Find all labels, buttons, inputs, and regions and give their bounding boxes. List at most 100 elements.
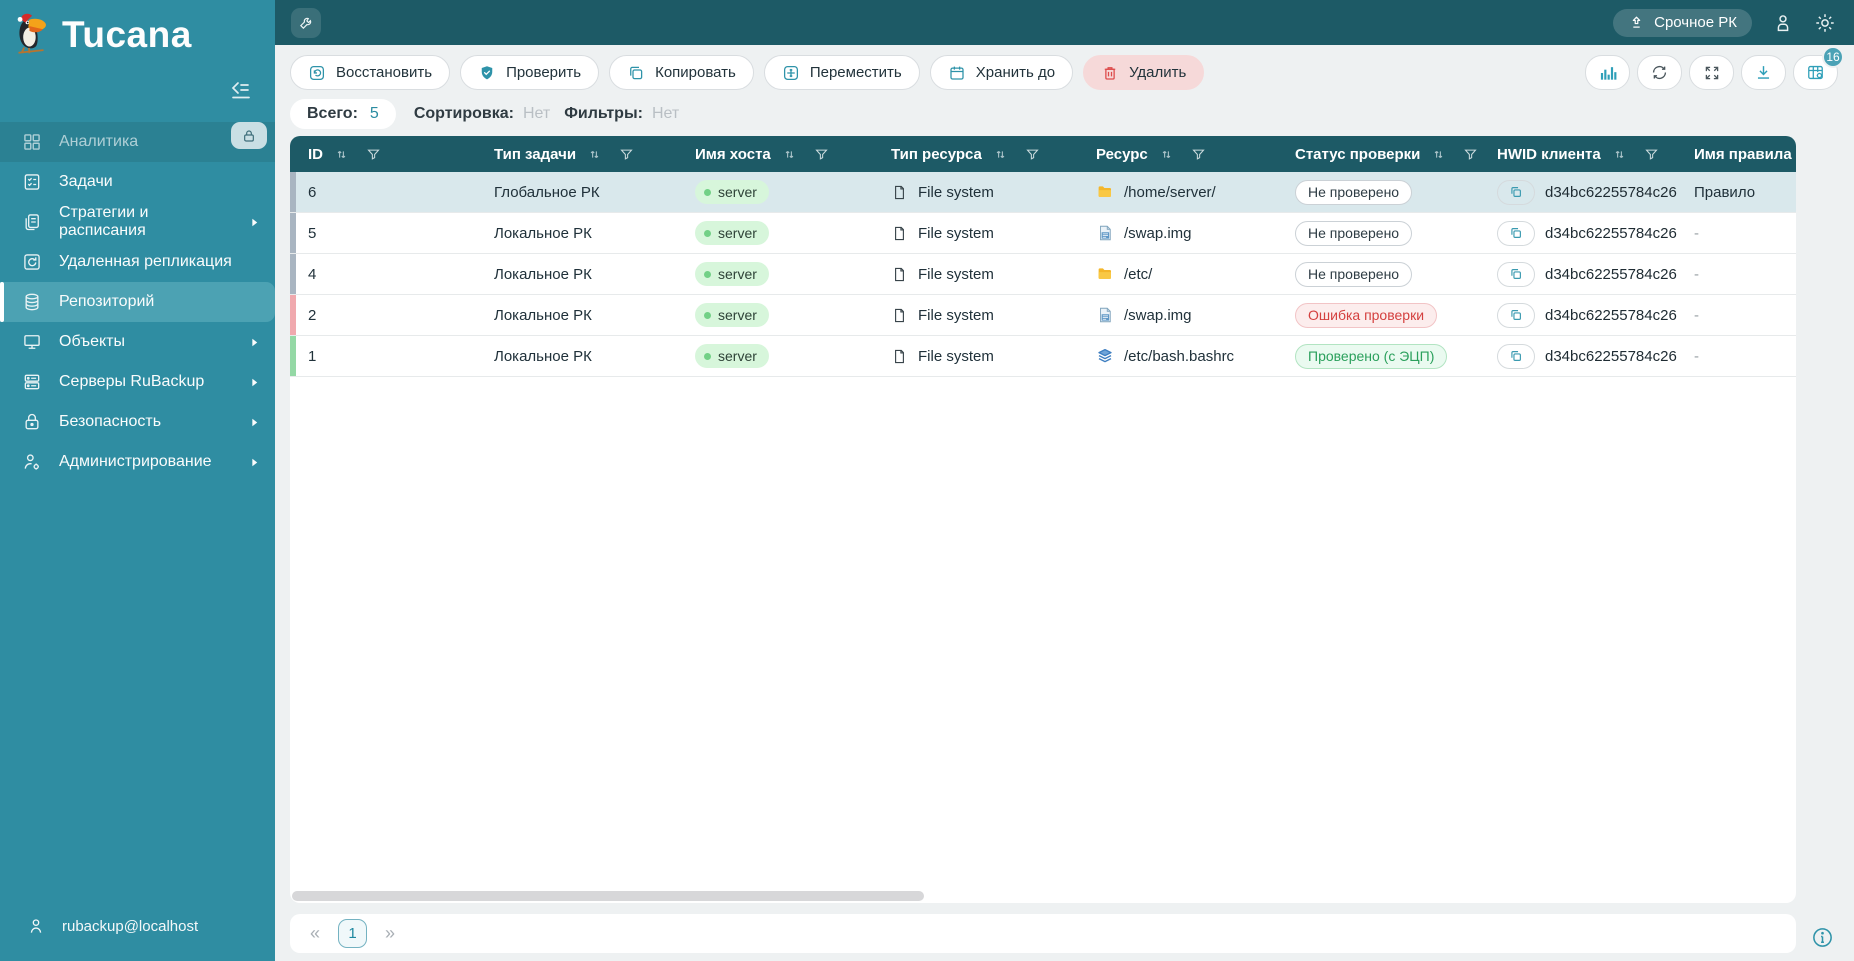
collapse-sidebar-button[interactable] bbox=[229, 78, 253, 102]
chevron-right-icon bbox=[248, 456, 261, 469]
horizontal-scrollbar[interactable] bbox=[292, 891, 1796, 901]
grid-icon bbox=[22, 132, 42, 152]
download-button[interactable] bbox=[1741, 55, 1786, 90]
filter-icon[interactable] bbox=[366, 147, 381, 162]
shield-check-icon bbox=[478, 64, 496, 82]
cell-rule-name: - bbox=[1682, 213, 1796, 253]
cell-resource: /etc/ bbox=[1084, 254, 1283, 294]
restore-button[interactable]: Восстановить bbox=[290, 55, 450, 90]
copy-hwid-button[interactable] bbox=[1497, 221, 1535, 246]
filter-icon[interactable] bbox=[1463, 147, 1478, 162]
cell-resource: /swap.img bbox=[1084, 213, 1283, 253]
cell-host: server bbox=[683, 213, 879, 253]
column-header-id[interactable]: ID bbox=[296, 136, 482, 172]
copy-hwid-button[interactable] bbox=[1497, 180, 1535, 205]
refresh-icon bbox=[1650, 63, 1669, 82]
total-value: 5 bbox=[370, 105, 379, 123]
status-badge: Проверено (с ЭЦП) bbox=[1295, 344, 1447, 369]
sort-icon[interactable] bbox=[334, 147, 349, 162]
sort-icon[interactable] bbox=[587, 147, 602, 162]
fullscreen-button[interactable] bbox=[1689, 55, 1734, 90]
table-row[interactable]: 2 Локальное РК server File system /swap.… bbox=[290, 295, 1796, 336]
server-icon bbox=[22, 372, 42, 392]
cell-resource-type: File system bbox=[879, 254, 1084, 294]
chart-button[interactable] bbox=[1585, 55, 1630, 90]
filter-icon[interactable] bbox=[619, 147, 634, 162]
last-page-button[interactable]: » bbox=[379, 923, 401, 944]
settings-button[interactable] bbox=[1814, 12, 1836, 34]
move-button[interactable]: Переместить bbox=[764, 55, 920, 90]
column-header-check-status[interactable]: Статус проверки bbox=[1283, 136, 1485, 172]
resource-icon bbox=[1096, 183, 1114, 201]
sort-icon[interactable] bbox=[1159, 147, 1174, 162]
filter-value: Нет bbox=[652, 105, 679, 123]
sidebar-item-repository[interactable]: Репозиторий bbox=[0, 282, 275, 322]
column-header-resource-type[interactable]: Тип ресурса bbox=[879, 136, 1084, 172]
copy-icon bbox=[627, 64, 645, 82]
sort-icon[interactable] bbox=[1612, 147, 1627, 162]
verify-button[interactable]: Проверить bbox=[460, 55, 599, 90]
filter-icon[interactable] bbox=[1025, 147, 1040, 162]
chevron-right-icon bbox=[248, 376, 261, 389]
delete-button[interactable]: Удалить bbox=[1083, 55, 1204, 90]
column-header-host[interactable]: Имя хоста bbox=[683, 136, 879, 172]
restore-icon bbox=[308, 64, 326, 82]
current-user[interactable]: rubackup@localhost bbox=[0, 903, 275, 949]
chevron-right-icon bbox=[248, 336, 261, 349]
copy-hwid-button[interactable] bbox=[1497, 303, 1535, 328]
table-row[interactable]: 5 Локальное РК server File system /swap.… bbox=[290, 213, 1796, 254]
host-badge: server bbox=[695, 344, 769, 368]
sidebar-item-tasks[interactable]: Задачи bbox=[0, 162, 275, 202]
copy-hwid-button[interactable] bbox=[1497, 262, 1535, 287]
sidebar-item-label: Удаленная репликация bbox=[59, 253, 232, 271]
sort-icon[interactable] bbox=[1431, 147, 1446, 162]
scrollbar-thumb[interactable] bbox=[292, 891, 924, 901]
copy-hwid-button[interactable] bbox=[1497, 344, 1535, 369]
page-1-button[interactable]: 1 bbox=[338, 919, 367, 948]
status-badge: Не проверено bbox=[1295, 180, 1412, 205]
info-button[interactable] bbox=[1811, 926, 1834, 949]
delete-label: Удалить bbox=[1129, 64, 1186, 81]
document-icon bbox=[891, 307, 908, 324]
filter-icon[interactable] bbox=[814, 147, 829, 162]
sidebar-item-security[interactable]: Безопасность bbox=[0, 402, 275, 442]
table-row[interactable]: 1 Локальное РК server File system /etc/b… bbox=[290, 336, 1796, 377]
cell-check-status: Не проверено bbox=[1283, 213, 1485, 253]
table-row[interactable]: 4 Локальное РК server File system /etc/ … bbox=[290, 254, 1796, 295]
online-dot-icon bbox=[704, 271, 711, 278]
sidebar-item-remote-replication[interactable]: Удаленная репликация bbox=[0, 242, 275, 282]
sidebar-item-label: Объекты bbox=[59, 333, 125, 351]
sidebar-item-strategies[interactable]: Стратегии и расписания bbox=[0, 202, 275, 242]
filter-icon[interactable] bbox=[1191, 147, 1206, 162]
column-header-task-type[interactable]: Тип задачи bbox=[482, 136, 683, 172]
status-badge: Не проверено bbox=[1295, 221, 1412, 246]
column-header-resource[interactable]: Ресурс bbox=[1084, 136, 1283, 172]
column-header-rule-name[interactable]: Имя правила bbox=[1682, 136, 1796, 172]
info-icon bbox=[1811, 926, 1834, 949]
user-icon bbox=[26, 916, 46, 936]
sidebar-item-analytics[interactable]: Аналитика bbox=[0, 122, 275, 162]
table-body: 6 Глобальное РК server File system /home… bbox=[290, 172, 1796, 377]
cell-resource-type: File system bbox=[879, 336, 1084, 376]
sidebar-item-rubackup-servers[interactable]: Серверы RuBackup bbox=[0, 362, 275, 402]
filter-icon[interactable] bbox=[1644, 147, 1659, 162]
sort-icon[interactable] bbox=[782, 147, 797, 162]
urgent-backup-label: Срочное РК bbox=[1654, 14, 1737, 31]
urgent-backup-button[interactable]: Срочное РК bbox=[1613, 9, 1752, 37]
refresh-button[interactable] bbox=[1637, 55, 1682, 90]
sidebar-item-administration[interactable]: Администрирование bbox=[0, 442, 275, 482]
columns-button[interactable]: 16 bbox=[1793, 55, 1838, 90]
cell-hwid: d34bc62255784c26 bbox=[1485, 336, 1682, 376]
profile-button[interactable] bbox=[1772, 12, 1794, 34]
cell-check-status: Не проверено bbox=[1283, 172, 1485, 212]
table-row[interactable]: 6 Глобальное РК server File system /home… bbox=[290, 172, 1796, 213]
cell-task-type: Глобальное РК bbox=[482, 172, 683, 212]
sidebar-item-objects[interactable]: Объекты bbox=[0, 322, 275, 362]
download-icon bbox=[1754, 63, 1773, 82]
sort-icon[interactable] bbox=[993, 147, 1008, 162]
tools-button[interactable] bbox=[291, 8, 321, 38]
first-page-button[interactable]: « bbox=[304, 923, 326, 944]
keep-until-button[interactable]: Хранить до bbox=[930, 55, 1073, 90]
copy-button[interactable]: Копировать bbox=[609, 55, 754, 90]
column-header-hwid[interactable]: HWID клиента bbox=[1485, 136, 1682, 172]
